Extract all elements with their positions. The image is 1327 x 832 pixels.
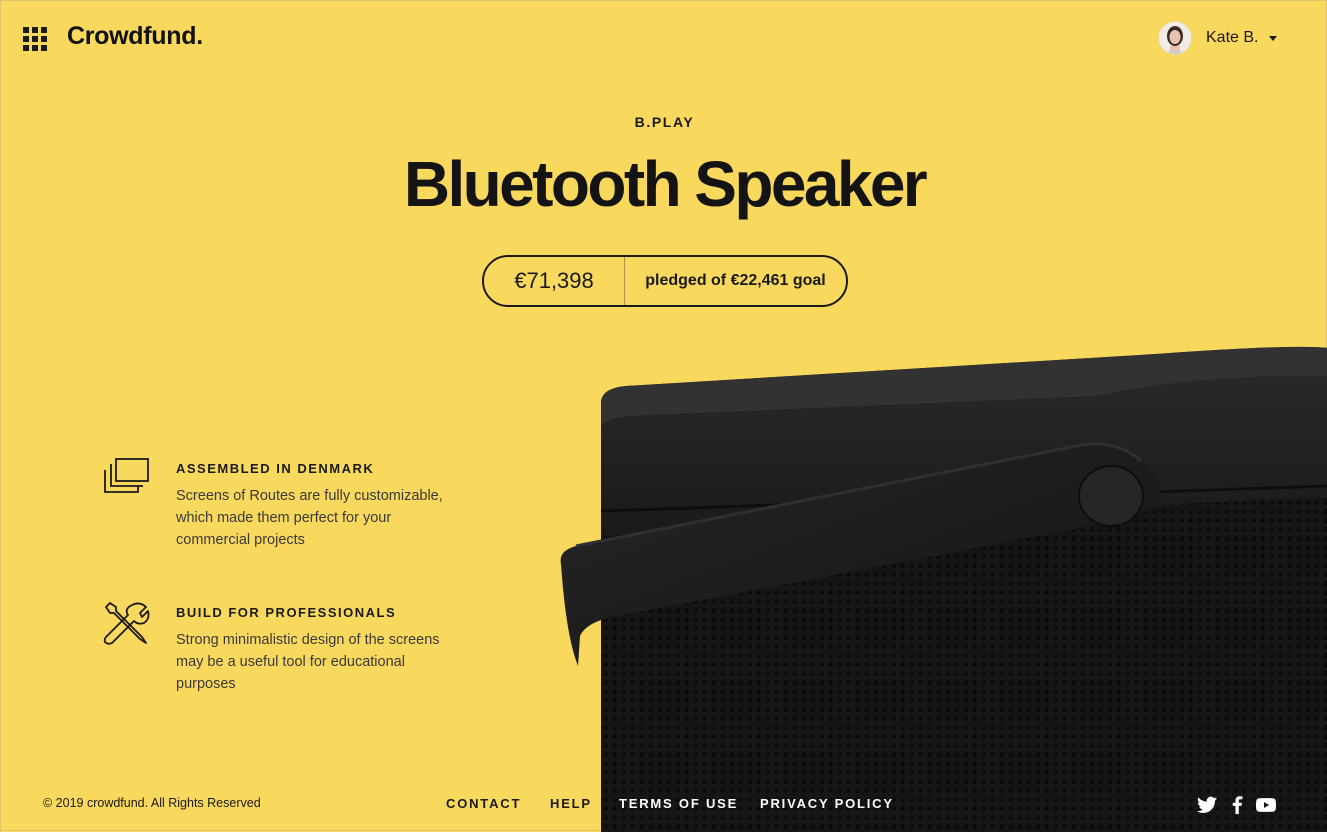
footer-link-help[interactable]: HELP — [550, 796, 592, 811]
twitter-icon[interactable] — [1197, 796, 1217, 814]
speaker-product-image — [560, 346, 1327, 832]
chevron-down-icon — [1269, 35, 1278, 41]
feature-title: ASSEMBLED IN DENMARK — [176, 461, 375, 476]
brand-label: B.PLAY — [634, 114, 695, 130]
youtube-icon[interactable] — [1256, 796, 1276, 814]
feature-text: Strong minimalistic design of the screen… — [176, 632, 440, 692]
stacked-screens-icon — [104, 458, 149, 493]
pill-divider — [624, 255, 625, 307]
page-title: Bluetooth Speaker — [403, 148, 928, 220]
copyright: © 2019 crowdfund. All Rights Reserved — [43, 796, 261, 810]
feature-title: BUILD FOR PROFESSIONALS — [176, 605, 397, 620]
pledged-goal-text: pledged of €22,461 goal — [645, 272, 826, 289]
avatar — [1158, 21, 1192, 55]
user-menu[interactable]: Kate B. — [1158, 21, 1278, 55]
user-name: Kate B. — [1206, 29, 1259, 46]
pledged-amount: €71,398 — [514, 268, 594, 293]
footer-link-contact[interactable]: CONTACT — [446, 796, 521, 811]
facebook-icon[interactable] — [1227, 796, 1247, 814]
feature-text: Screens of Routes are fully customizable… — [176, 488, 443, 548]
footer-link-privacy[interactable]: PRIVACY POLICY — [760, 796, 894, 811]
logo[interactable]: Crowdfund. — [67, 22, 203, 51]
apps-grid-icon[interactable] — [23, 27, 47, 51]
footer-link-terms[interactable]: TERMS OF USE — [619, 796, 738, 811]
tools-icon — [103, 602, 150, 645]
funding-status-pill: €71,398 pledged of €22,461 goal — [482, 255, 848, 307]
